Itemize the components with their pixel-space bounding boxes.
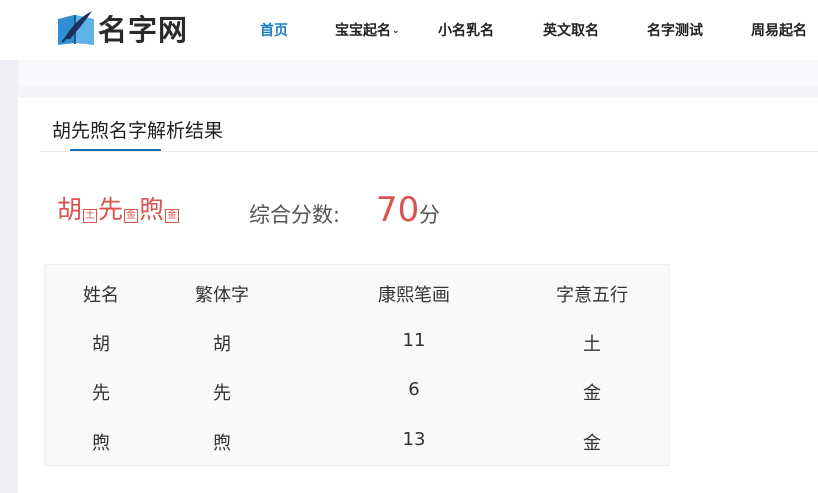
table-cell: 6	[408, 379, 420, 400]
table-cell: 金	[583, 433, 601, 454]
table-cell: 煦	[213, 433, 231, 454]
left-gutter	[0, 60, 18, 493]
chevron-down-icon: ⌄	[392, 26, 400, 36]
name-char: 煦	[139, 195, 165, 224]
page-title: 胡先煦名字解析结果	[52, 120, 224, 142]
element-badge: 土	[83, 209, 98, 223]
score-unit: 分	[419, 203, 440, 227]
table-cell: 胡	[92, 334, 110, 355]
nav-item-zhouyi-naming[interactable]: 周易起名	[751, 20, 807, 40]
nav-item-english-name[interactable]: 英文取名	[543, 20, 599, 40]
table-cell: 11	[402, 330, 426, 351]
nav-item-name-test[interactable]: 名字测试	[647, 20, 703, 40]
score-label: 综合分数:	[249, 203, 341, 227]
table-cell: 煦	[92, 433, 110, 454]
nav-item-baby-naming[interactable]: 宝宝起名⌄	[335, 20, 400, 40]
nav-item-home[interactable]: 首页	[260, 20, 288, 40]
table-cell: 胡	[213, 334, 231, 355]
site-header: 名字网 首页 宝宝起名⌄ 小名乳名 英文取名 名字测试 周易起名	[0, 0, 818, 60]
table-header: 繁体字	[195, 285, 249, 306]
table-cell: 先	[213, 383, 231, 404]
logo-text: 名字网	[98, 13, 189, 47]
name-char: 先	[98, 195, 124, 224]
divider	[40, 151, 818, 152]
element-badge: 金	[165, 209, 180, 223]
score-value: 70	[376, 190, 420, 230]
table-header: 姓名	[83, 285, 119, 306]
table-cell: 13	[402, 429, 426, 450]
table-cell: 金	[583, 383, 601, 404]
element-badge: 金	[124, 209, 139, 223]
table-header: 康熙笔画	[378, 285, 450, 306]
book-quill-logo-icon	[58, 11, 94, 45]
table-cell: 先	[92, 383, 110, 404]
table-header: 字意五行	[556, 285, 628, 306]
nav-item-nickname[interactable]: 小名乳名	[438, 20, 494, 40]
nav-item-label: 宝宝起名	[335, 23, 391, 39]
name-characters: 胡 土 先 金 煦 金	[57, 195, 180, 225]
site-logo[interactable]: 名字网	[56, 8, 188, 48]
name-char: 胡	[57, 195, 83, 224]
table-cell: 土	[583, 334, 601, 355]
top-strip	[18, 60, 818, 86]
